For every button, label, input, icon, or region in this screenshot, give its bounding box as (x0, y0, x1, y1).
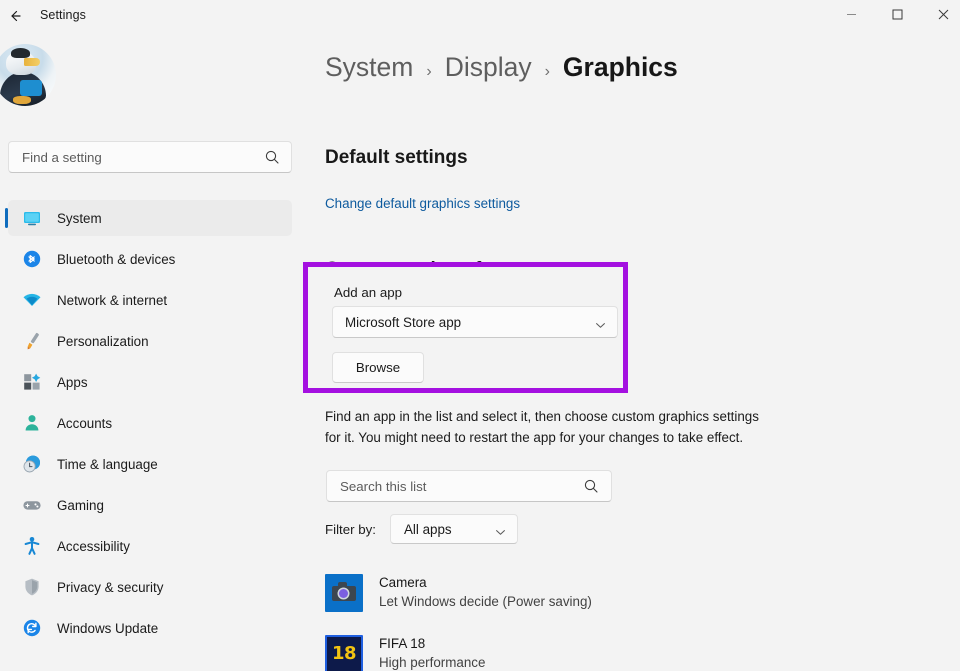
sidebar-nav: System Bluetooth & devices Network & int… (0, 200, 300, 651)
filter-value: All apps (404, 522, 452, 537)
list-search-placeholder: Search this list (340, 479, 426, 494)
chevron-right-icon: › (426, 63, 431, 81)
fifa-badge-number: 18 (332, 643, 356, 664)
sidebar-item-personalization[interactable]: Personalization (8, 323, 292, 359)
list-search-input[interactable]: Search this list (326, 470, 612, 502)
sidebar-item-label: Accounts (57, 416, 112, 431)
chevron-right-icon: › (545, 63, 550, 81)
bluetooth-icon (21, 248, 43, 270)
list-item[interactable]: Camera Let Windows decide (Power saving) (325, 562, 925, 623)
breadcrumb-graphics: Graphics (563, 52, 678, 83)
maximize-button[interactable] (874, 0, 920, 32)
minimize-icon (846, 7, 857, 25)
app-type-value: Microsoft Store app (345, 315, 461, 330)
camera-app-icon (325, 574, 363, 612)
accessibility-icon (21, 535, 43, 557)
sidebar-item-label: Bluetooth & devices (57, 252, 175, 267)
add-an-app-label: Add an app (334, 285, 402, 300)
monitor-icon (21, 207, 43, 229)
avatar-art (24, 58, 40, 66)
paintbrush-icon (21, 330, 43, 352)
sidebar-item-label: Personalization (57, 334, 149, 349)
sidebar-item-gaming[interactable]: Gaming (8, 487, 292, 523)
content-pane: System › Display › Graphics Default sett… (300, 32, 960, 671)
search-icon (583, 478, 599, 499)
sidebar-item-label: Network & internet (57, 293, 167, 308)
app-name: Camera (379, 574, 592, 592)
gamepad-icon (21, 494, 43, 516)
sidebar-item-apps[interactable]: Apps (8, 364, 292, 400)
filter-dropdown[interactable]: All apps (390, 514, 518, 544)
sidebar-item-network-internet[interactable]: Network & internet (8, 282, 292, 318)
refresh-icon (21, 617, 43, 639)
breadcrumb-system[interactable]: System (325, 52, 413, 83)
sidebar-item-accessibility[interactable]: Accessibility (8, 528, 292, 564)
search-icon (264, 149, 280, 170)
avatar-art (20, 80, 42, 96)
sidebar-item-time-language[interactable]: Time & language (8, 446, 292, 482)
person-icon (21, 412, 43, 434)
default-settings-heading: Default settings (325, 147, 468, 169)
avatar-art (11, 48, 30, 58)
app-type-dropdown[interactable]: Microsoft Store app (332, 306, 618, 338)
fifa-app-icon: 18 (325, 635, 363, 671)
apps-grid-icon (21, 371, 43, 393)
app-status: High performance (379, 653, 485, 671)
wifi-icon (21, 289, 43, 311)
sidebar-item-accounts[interactable]: Accounts (8, 405, 292, 441)
browse-button[interactable]: Browse (332, 352, 424, 383)
sidebar-item-bluetooth-devices[interactable]: Bluetooth & devices (8, 241, 292, 277)
app-title: Settings (40, 8, 86, 22)
chevron-down-icon (595, 318, 606, 336)
sidebar-item-label: Apps (57, 375, 88, 390)
breadcrumb-display[interactable]: Display (445, 52, 532, 83)
add-an-app-highlight-box: Add an app Microsoft Store app Browse (303, 262, 628, 393)
avatar[interactable] (0, 44, 56, 106)
app-name: FIFA 18 (379, 635, 485, 653)
sidebar-item-privacy-security[interactable]: Privacy & security (8, 569, 292, 605)
sidebar-item-label: Gaming (57, 498, 104, 513)
breadcrumb: System › Display › Graphics (325, 52, 678, 83)
sidebar-item-label: Accessibility (57, 539, 130, 554)
close-icon (938, 7, 949, 25)
sidebar-item-label: Windows Update (57, 621, 158, 636)
sidebar-item-label: Privacy & security (57, 580, 163, 595)
close-button[interactable] (920, 0, 960, 32)
avatar-art (13, 96, 31, 104)
back-button[interactable] (2, 3, 28, 29)
help-text: Find an app in the list and select it, t… (325, 407, 765, 448)
filter-by-label: Filter by: (325, 522, 376, 537)
sidebar-item-label: Time & language (57, 457, 158, 472)
filter-row: Filter by: All apps (325, 514, 518, 544)
browse-button-label: Browse (356, 360, 400, 375)
minimize-button[interactable] (828, 0, 874, 32)
app-list: Camera Let Windows decide (Power saving)… (325, 562, 925, 671)
back-arrow-icon (7, 8, 23, 24)
search-input[interactable]: Find a setting (8, 141, 292, 173)
maximize-icon (892, 7, 903, 25)
search-placeholder: Find a setting (22, 150, 102, 165)
app-status: Let Windows decide (Power saving) (379, 592, 592, 612)
sidebar-item-windows-update[interactable]: Windows Update (8, 610, 292, 646)
list-item[interactable]: 18 FIFA 18 High performance (325, 623, 925, 671)
shield-icon (21, 576, 43, 598)
chevron-down-icon (495, 525, 506, 543)
sidebar: Find a setting System (0, 32, 300, 671)
change-default-graphics-settings-link[interactable]: Change default graphics settings (325, 196, 520, 211)
sidebar-item-system[interactable]: System (8, 200, 292, 236)
title-bar: Settings (0, 0, 960, 32)
sidebar-item-label: System (57, 211, 102, 226)
clock-globe-icon (21, 453, 43, 475)
